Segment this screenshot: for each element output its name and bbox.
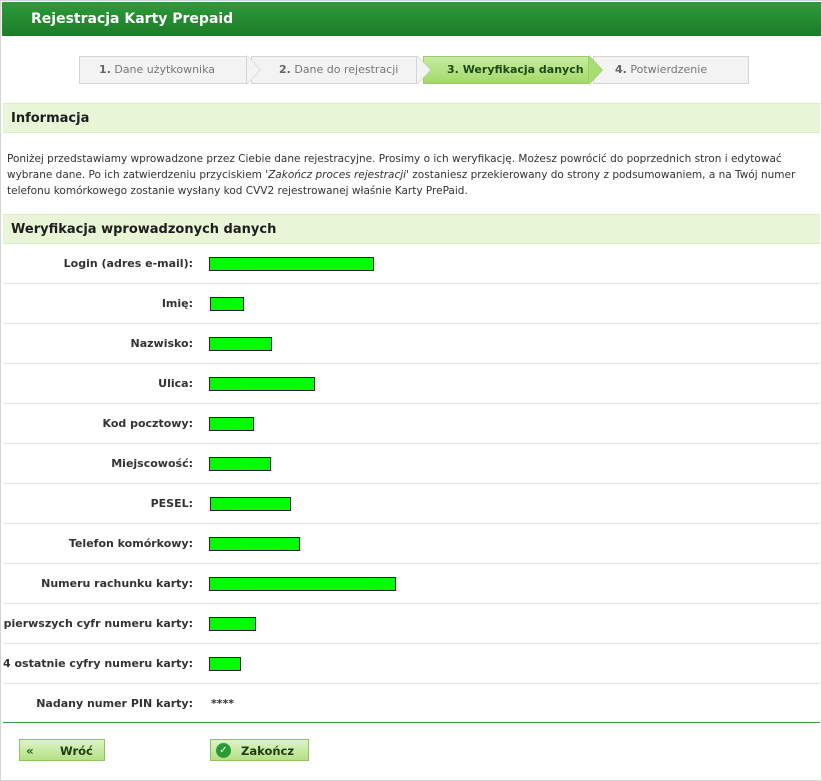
step-verification: 3. Weryfikacja danych xyxy=(423,55,603,85)
field-label: Kod pocztowy: xyxy=(102,417,194,430)
redacted-value xyxy=(209,537,300,551)
redacted-value xyxy=(209,577,396,591)
step-user-data: 1. Dane użytkownika xyxy=(79,55,261,85)
step-registration-data: 2. Dane do rejestracji xyxy=(251,55,431,85)
field-row-first-name: Imię: xyxy=(3,284,820,324)
finish-button[interactable]: ✓ Zakończ xyxy=(210,739,309,761)
pin-value: **** xyxy=(211,697,235,710)
step-label: Weryfikacja danych xyxy=(462,63,584,76)
step-label: Potwierdzenie xyxy=(630,63,708,76)
redacted-value xyxy=(209,337,272,351)
field-label: Ulica: xyxy=(158,377,193,390)
back-button[interactable]: « Wróć xyxy=(19,739,105,761)
field-label: Miejscowość: xyxy=(111,457,193,470)
field-label: 4 ostatnie cyfry numeru karty: xyxy=(3,657,193,670)
redacted-value xyxy=(210,497,291,511)
field-label: Telefon komórkowy: xyxy=(68,537,193,550)
back-button-label: Wróć xyxy=(60,744,93,758)
progress-steps: 1. Dane użytkownika 2. Dane do rejestrac… xyxy=(79,55,749,85)
field-row-last-name: Nazwisko: xyxy=(3,324,820,364)
field-row-city: Miejscowość: xyxy=(3,444,820,484)
step-number: 2. xyxy=(279,63,291,76)
field-label: Imię: xyxy=(161,297,193,310)
field-row-pesel: PESEL: xyxy=(3,484,820,524)
field-row-card-last4: 4 ostatnie cyfry numeru karty: xyxy=(3,644,820,684)
field-label: Nadany numer PIN karty: xyxy=(36,697,193,710)
registration-window: Rejestracja Karty Prepaid 1. Dane użytko… xyxy=(0,0,822,781)
info-text-emphasis: 'Zakończ proces rejestracji' xyxy=(265,169,409,181)
check-circle-icon: ✓ xyxy=(216,743,231,758)
verify-heading: Weryfikacja wprowadzonych danych xyxy=(3,214,820,244)
field-row-card-first6: 6 pierwszych cyfr numeru karty: xyxy=(0,604,820,644)
field-row-pin: Nadany numer PIN karty: **** xyxy=(3,684,820,724)
info-text: Poniżej przedstawiamy wprowadzone przez … xyxy=(7,151,813,199)
field-row-street: Ulica: xyxy=(3,364,820,404)
step-number: 3. xyxy=(447,63,459,76)
field-label: 6 pierwszych cyfr numeru karty: xyxy=(0,617,193,630)
field-label: Numeru rachunku karty: xyxy=(41,577,193,590)
window-title: Rejestracja Karty Prepaid xyxy=(2,2,821,36)
redacted-value xyxy=(210,297,244,311)
step-number: 1. xyxy=(99,63,111,76)
step-confirmation: 4. Potwierdzenie xyxy=(593,56,749,84)
redacted-value xyxy=(209,257,374,271)
footer-divider xyxy=(3,722,820,723)
info-heading: Informacja xyxy=(3,103,820,133)
step-label: Dane do rejestracji xyxy=(294,63,399,76)
field-label: Login (adres e-mail): xyxy=(63,257,193,270)
redacted-value xyxy=(209,617,256,631)
field-row-account-number: Numeru rachunku karty: xyxy=(3,564,820,604)
field-label: PESEL: xyxy=(150,497,193,510)
redacted-value xyxy=(209,417,254,431)
double-chevron-left-icon: « xyxy=(26,744,34,758)
step-number: 4. xyxy=(615,63,627,76)
step-label: Dane użytkownika xyxy=(114,63,216,76)
field-row-postal-code: Kod pocztowy: xyxy=(3,404,820,444)
redacted-value xyxy=(209,457,271,471)
field-row-login: Login (adres e-mail): xyxy=(3,244,820,284)
finish-button-label: Zakończ xyxy=(241,744,295,758)
field-row-mobile: Telefon komórkowy: xyxy=(3,524,820,564)
redacted-value xyxy=(209,377,315,391)
redacted-value xyxy=(209,657,241,671)
field-label: Nazwisko: xyxy=(130,337,194,350)
